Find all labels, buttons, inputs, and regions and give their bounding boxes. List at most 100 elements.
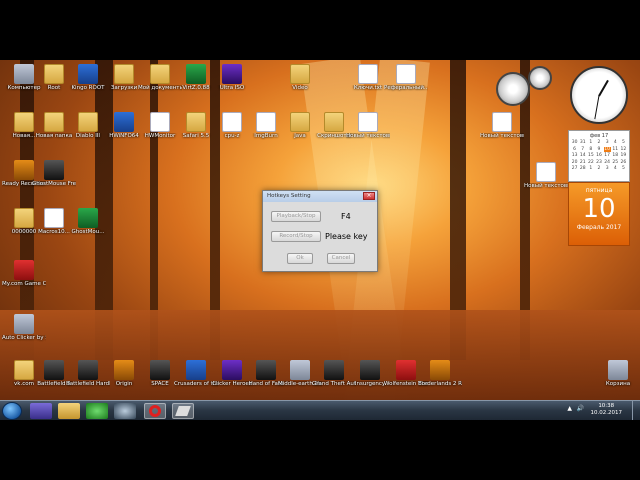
- calendar-day-cell[interactable]: 25: [612, 160, 619, 166]
- visual-studio-icon[interactable]: [30, 403, 52, 419]
- forest-ground: [0, 310, 640, 405]
- calendar-day-cell[interactable]: 18: [612, 153, 619, 159]
- calendar-day-cell[interactable]: 3: [604, 166, 611, 172]
- calendar-day-cell[interactable]: 9: [595, 147, 602, 153]
- calendar-day-cell[interactable]: 17: [604, 153, 611, 159]
- desktop-icon[interactable]: GhostMouse Free: [32, 160, 76, 188]
- cancel-button[interactable]: Cancel: [327, 253, 355, 264]
- cpu-meter-gadget[interactable]: [496, 66, 554, 106]
- macro-app-taskbar-button[interactable]: [172, 403, 194, 419]
- calendar-month-view: фев 17 30 31 1 2 3 4 5 6 7 8 9 10 11 12 13 14 15 16 17 18 19…: [568, 130, 630, 182]
- desktop-icon[interactable]: Новый текстовый: [480, 112, 524, 140]
- opera-icon: [149, 405, 161, 417]
- record-stop-button[interactable]: Record/Stop: [271, 231, 321, 242]
- hotkeys-setting-dialog: Hotkeys Setting × Playback/Stop F4 Recor…: [262, 190, 378, 272]
- calendar-day-cell[interactable]: 23: [595, 160, 602, 166]
- calendar-day-cell[interactable]: 4: [612, 166, 619, 172]
- calendar-day-cell[interactable]: 22: [587, 160, 594, 166]
- start-button[interactable]: [2, 402, 22, 420]
- text-file-icon: [536, 162, 556, 182]
- folder-icon: [78, 112, 98, 132]
- folder-icon: [44, 112, 64, 132]
- file-explorer-icon[interactable]: [58, 403, 80, 419]
- memory-dial-icon: [528, 66, 552, 90]
- calendar-day-cell[interactable]: 10: [603, 146, 611, 152]
- calendar-day-cell[interactable]: 7: [579, 147, 586, 153]
- desktop-icon[interactable]: GhostMou...: [66, 208, 110, 236]
- calendar-day-cell[interactable]: 24: [604, 160, 611, 166]
- calendar-day-cell[interactable]: 20: [571, 160, 578, 166]
- volume-icon[interactable]: 🔊: [577, 405, 584, 412]
- opera-taskbar-button[interactable]: [144, 403, 166, 419]
- desktop-icon[interactable]: Новый текстовый: [346, 112, 390, 140]
- calendar-day-cell[interactable]: 4: [612, 140, 619, 146]
- game-icon: [150, 360, 170, 380]
- game-icon: [78, 360, 98, 380]
- calendar-day-cell[interactable]: 28: [579, 166, 586, 172]
- calendar-day-cell[interactable]: 12: [620, 147, 627, 153]
- calendar-day-cell[interactable]: 26: [620, 160, 627, 166]
- calendar-day-cell[interactable]: 3: [604, 140, 611, 146]
- desktop-icon-label: Новый текстовый: [346, 133, 390, 139]
- calendar-day-cell[interactable]: 14: [579, 153, 586, 159]
- calendar-day-cell[interactable]: 16: [595, 153, 602, 159]
- utorrent-icon[interactable]: [86, 403, 108, 419]
- calendar-day-cell[interactable]: 21: [579, 160, 586, 166]
- calendar-day-cell[interactable]: 15: [587, 153, 594, 159]
- game-icon: [360, 360, 380, 380]
- app-icon: [222, 112, 242, 132]
- desktop-icon[interactable]: Новый текстовый: [524, 162, 568, 190]
- clock-gadget[interactable]: [570, 66, 628, 124]
- folder-icon: [14, 112, 34, 132]
- desktop: Компьютер Root Kingo ROOT Загрузки Мой докум…: [0, 60, 640, 420]
- game-icon: [396, 360, 416, 380]
- calendar-day-cell[interactable]: 1: [587, 140, 594, 146]
- cpu-dial-icon: [496, 72, 530, 106]
- text-file-icon: [492, 112, 512, 132]
- desktop-icon[interactable]: Auto Clicker by Shocker: [2, 314, 46, 342]
- tray-clock[interactable]: 10:38 10.02.2017: [591, 403, 623, 417]
- calendar-day-cell[interactable]: 1: [587, 166, 594, 172]
- taskbar: ▲ 🔊 10:38 10.02.2017: [0, 400, 640, 420]
- steam-icon[interactable]: [114, 403, 136, 419]
- close-icon[interactable]: ×: [363, 192, 375, 200]
- calendar-day-cell[interactable]: 27: [571, 166, 578, 172]
- desktop-icon-label: Auto Clicker by Shocker: [2, 335, 46, 341]
- desktop-icon-label: Новый текстовый: [480, 133, 524, 139]
- ok-button[interactable]: Ok: [287, 253, 313, 264]
- calendar-day-cell[interactable]: 2: [595, 166, 602, 172]
- desktop-icon[interactable]: My.com Game Center: [2, 260, 46, 288]
- desktop-icon[interactable]: Ultra ISO: [210, 64, 254, 92]
- playback-stop-button[interactable]: Playback/Stop: [271, 211, 321, 222]
- folder-icon: [290, 112, 310, 132]
- calendar-day-cell[interactable]: 13: [571, 153, 578, 159]
- show-hidden-icons-button[interactable]: ▲: [567, 405, 572, 412]
- app-icon: [150, 112, 170, 132]
- kingo-root-icon: [78, 64, 98, 84]
- calendar-day-cell[interactable]: 19: [620, 153, 627, 159]
- calendar-day-cell[interactable]: 2: [595, 140, 602, 146]
- show-desktop-button[interactable]: [632, 401, 640, 420]
- game-icon: [44, 360, 64, 380]
- desktop-icon[interactable]: Корзина: [596, 360, 640, 388]
- game-icon: [290, 360, 310, 380]
- calendar-day-cell[interactable]: 8: [587, 147, 594, 153]
- folder-icon: [114, 64, 134, 84]
- desktop-icon[interactable]: Borderlands 2 RU: [418, 360, 462, 388]
- folder-icon: [290, 64, 310, 84]
- calendar-day-cell[interactable]: 11: [612, 147, 619, 153]
- desktop-icon[interactable]: Video: [278, 64, 322, 92]
- folder-icon: [150, 64, 170, 84]
- calendar-day-cell[interactable]: 5: [620, 140, 627, 146]
- calendar-grid: 30 31 1 2 3 4 5 6 7 8 9 10 11 12 13 14 15 16 17 18 19 20 21 22 2…: [571, 140, 627, 172]
- calendar-day-cell[interactable]: 6: [571, 147, 578, 153]
- playback-hotkey[interactable]: F4: [341, 212, 351, 221]
- desktop-icon-label: Video: [292, 85, 308, 91]
- desktop-icon[interactable]: Реферальный...: [384, 64, 428, 92]
- calendar-day-cell[interactable]: 5: [620, 166, 627, 172]
- text-file-icon: [358, 64, 378, 84]
- calendar-day-cell[interactable]: 30: [571, 140, 578, 146]
- record-hotkey[interactable]: Please key: [325, 232, 368, 241]
- calendar-day-cell[interactable]: 31: [579, 140, 586, 146]
- calendar-gadget[interactable]: фев 17 30 31 1 2 3 4 5 6 7 8 9 10 11 12 13 14 15 16 17 18 19…: [568, 130, 630, 250]
